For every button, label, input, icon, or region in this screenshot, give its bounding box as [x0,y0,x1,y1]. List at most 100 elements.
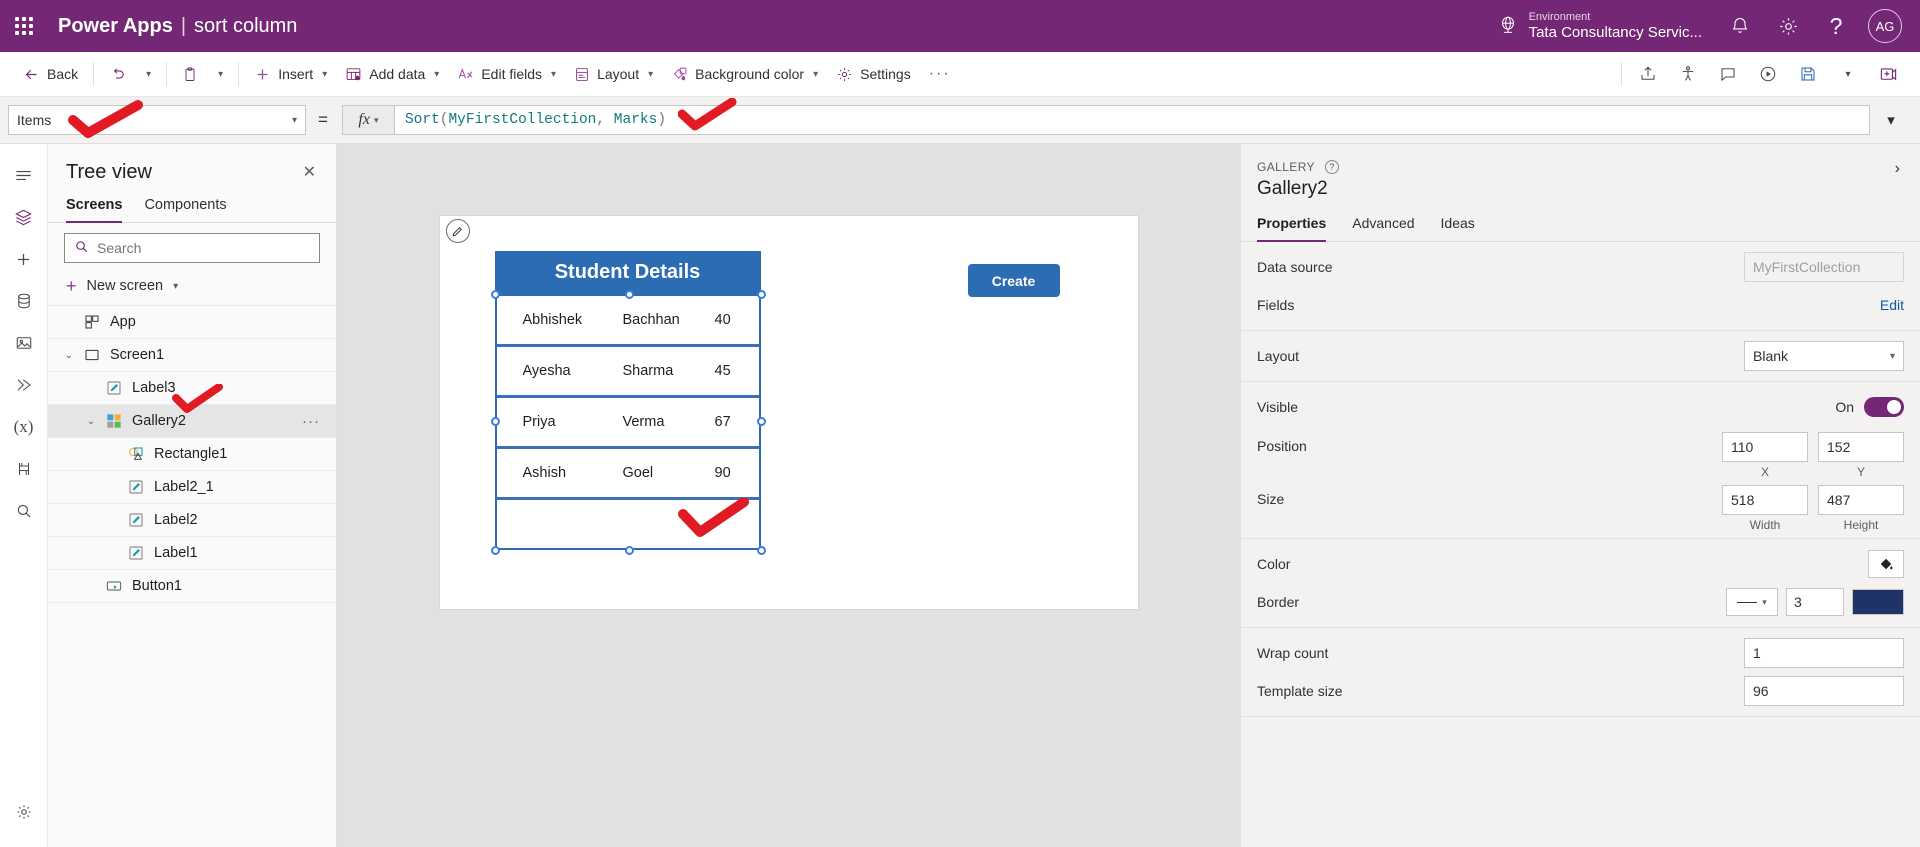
tree-item-rectangle1[interactable]: Rectangle1 [48,438,336,471]
back-button[interactable]: Back [14,58,87,90]
save-chevron-icon[interactable]: ▾ [1828,57,1868,91]
background-color-button[interactable]: Background color ▾ [662,58,827,90]
gallery-control[interactable]: Abhishek Bachhan 40 Ayesha Sharma 45 Priya Verm… [494,294,761,551]
gallery-title-label[interactable]: Student Details [494,251,761,294]
formula-input[interactable]: Sort(MyFirstCollection, Marks) [393,105,1870,135]
visible-toggle[interactable] [1864,397,1904,418]
gallery-row-empty[interactable] [497,500,759,551]
template-size-input[interactable]: 96 [1744,676,1904,707]
variables-x-icon[interactable]: (x) [4,406,44,448]
layout-select[interactable]: Blank ▾ [1744,341,1904,372]
data-source-label: Data source [1257,259,1333,276]
selection-handle-tc[interactable] [624,290,634,299]
selection-handle-tr[interactable] [756,290,766,299]
tree-item-label: Label2 [154,512,198,528]
app-screen-canvas[interactable]: Student Details Abhishek Bachhan 40 Ayesha S… [439,216,1138,609]
tab-properties[interactable]: Properties [1257,215,1327,243]
monitor-icon[interactable] [4,448,44,490]
selection-handle-bl[interactable] [490,546,500,555]
comments-icon[interactable] [1708,57,1748,91]
settings-button[interactable]: Settings [827,58,920,90]
undo-chevron-icon[interactable]: ▾ [135,58,160,90]
new-screen-button[interactable]: + New screen ▾ [48,271,336,306]
tree-item-label1[interactable]: Label1 [48,537,336,570]
avatar[interactable]: AG [1868,9,1902,43]
layout-button[interactable]: Layout ▾ [565,58,662,90]
position-x-input[interactable]: 110 [1722,432,1808,463]
hamburger-menu-icon[interactable] [4,154,44,196]
publish-icon[interactable] [1868,57,1908,91]
formula-text: Sort(MyFirstCollection, Marks) [405,112,666,128]
edit-pencil-icon[interactable] [445,219,470,243]
tree-item-label3[interactable]: Label3 [48,372,336,405]
environment-picker[interactable]: Environment Tata Consultancy Servic... [1483,0,1716,52]
tree-item-label2_1[interactable]: Label2_1 [48,471,336,504]
selection-handle-bc[interactable] [624,546,634,555]
tab-ideas[interactable]: Ideas [1441,215,1475,242]
insert-plus-icon[interactable] [4,238,44,280]
settings-gear-icon[interactable] [1764,0,1812,52]
position-y-caption: Y [1856,465,1865,480]
data-source-value[interactable]: MyFirstCollection [1744,252,1904,283]
play-preview-icon[interactable] [1748,57,1788,91]
search-icon[interactable] [4,490,44,532]
undo-button[interactable] [100,58,135,90]
chevron-down-icon[interactable]: ⌄ [80,416,102,427]
insert-button[interactable]: Insert ▾ [245,58,336,90]
tab-components[interactable]: Components [144,197,226,223]
help-question-icon[interactable]: ? [1812,0,1860,52]
save-icon[interactable] [1788,57,1828,91]
tree-item-app[interactable]: App [48,306,336,339]
formula-expand-chevron-icon[interactable]: ▾ [1870,105,1912,135]
app-settings-gear-icon[interactable] [4,791,44,833]
gallery-row[interactable]: Priya Verma 67 [496,398,759,449]
search-box[interactable] [64,233,320,263]
gallery-row[interactable]: Ayesha Sharma 45 [496,347,759,398]
tree-item-label2[interactable]: Label2 [48,504,336,537]
search-input[interactable] [97,240,310,256]
size-width-input[interactable]: 518 [1722,485,1808,516]
add-data-button[interactable]: Add data ▾ [336,58,448,90]
paste-button[interactable] [173,58,207,90]
share-icon[interactable] [1628,57,1668,91]
check-accessibility-icon[interactable] [1668,57,1708,91]
edit-fields-button[interactable]: Edit fields ▾ [448,58,565,90]
formula-token: Sort [404,112,440,128]
selection-handle-mr[interactable] [756,417,766,426]
border-color-swatch[interactable] [1852,589,1904,616]
border-width-input[interactable]: 3 [1786,588,1844,617]
notification-bell-icon[interactable] [1716,0,1764,52]
brand-title[interactable]: Power Apps | sort column [58,15,297,38]
fx-button[interactable]: fx ▾ [341,105,394,135]
tree-item-gallery2[interactable]: ⌄ Gallery2 ··· [48,405,336,438]
help-question-icon[interactable]: ? [1324,160,1339,175]
size-height-input[interactable]: 487 [1818,485,1904,516]
selection-handle-tl[interactable] [490,290,500,299]
data-cylinder-icon[interactable] [4,280,44,322]
position-y-input[interactable]: 152 [1818,432,1904,463]
power-automate-icon[interactable] [4,364,44,406]
chevron-down-icon[interactable]: ⌄ [58,350,80,361]
property-select[interactable]: Items ▾ [8,105,306,135]
selection-handle-ml[interactable] [490,417,500,426]
paint-bucket-icon[interactable] [1868,550,1904,579]
create-button[interactable]: Create [967,264,1060,297]
tab-advanced[interactable]: Advanced [1352,215,1414,242]
wrap-count-input[interactable]: 1 [1744,638,1904,669]
media-image-icon[interactable] [4,322,44,364]
tree-item-button1[interactable]: Button1 [48,570,336,603]
paste-chevron-icon[interactable]: ▾ [207,58,232,90]
tree-item-screen1[interactable]: ⌄ Screen1 [48,339,336,372]
gallery-row[interactable]: Ashish Goel 90 [496,449,759,500]
tab-screens[interactable]: Screens [66,197,123,223]
tree-view-layers-icon[interactable] [4,196,44,238]
close-x-icon[interactable]: ✕ [297,158,322,186]
chevron-right-icon[interactable]: › [1891,158,1904,180]
fields-edit-link[interactable]: Edit [1880,297,1904,313]
selection-handle-br[interactable] [756,546,766,555]
tree-item-overflow-button[interactable]: ··· [302,413,320,430]
border-style-select[interactable]: ▾ [1726,588,1778,617]
gallery-row[interactable]: Abhishek Bachhan 40 [496,296,759,347]
waffle-grid-icon[interactable] [0,0,48,52]
overflow-menu-button[interactable]: ··· [920,58,960,90]
